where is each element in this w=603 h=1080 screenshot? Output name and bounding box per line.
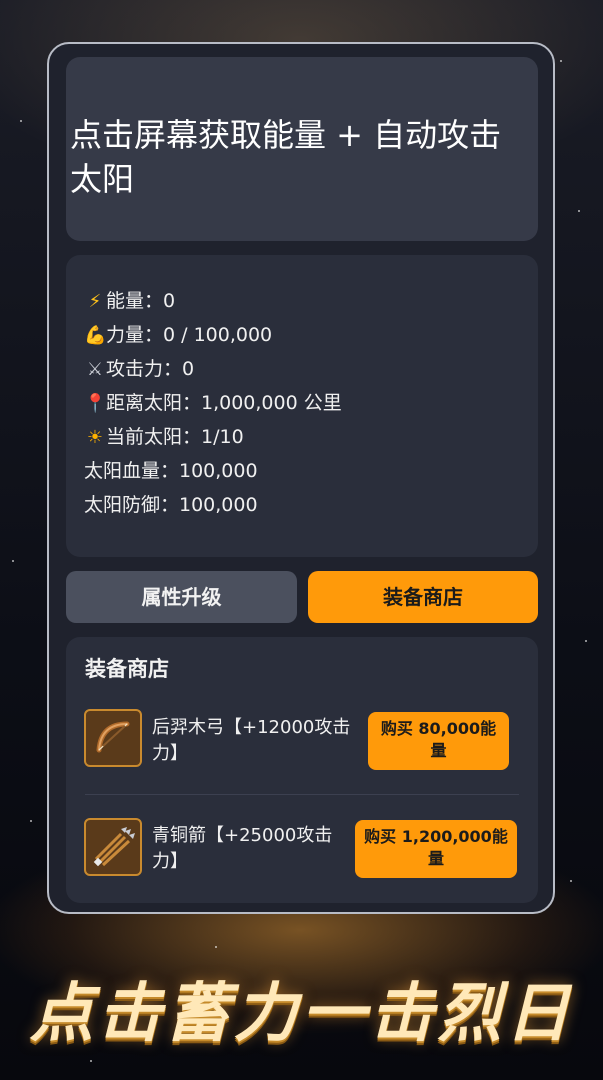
banner-slogan: 点击蓄力一击烈日	[29, 977, 574, 1051]
stat-current-sun: ☀ 当前太阳：1/10	[84, 422, 244, 452]
tab-attributes[interactable]: 属性升级	[66, 571, 297, 623]
header-card[interactable]: 点击屏幕获取能量 + 自动攻击太阳	[66, 57, 538, 241]
stat-power: 💪力量：0 / 100,000	[84, 320, 272, 350]
crossed-swords-icon: ⚔	[86, 359, 104, 380]
location-pin-icon: 📍	[84, 393, 107, 414]
stat-sun-defense: 太阳防御：100,000	[84, 494, 258, 516]
tab-shop[interactable]: 装备商店	[308, 571, 538, 623]
shop-panel: 装备商店 后羿木弓【+12000攻击力】 购买 80,000能量 青铜箭【+25…	[66, 637, 538, 903]
stat-sun-hp: 太阳血量：100,000	[84, 460, 258, 482]
stat-distance: 📍距离太阳：1,000,000 公里	[84, 388, 342, 418]
game-panel: 点击屏幕获取能量 + 自动攻击太阳 ⚡ 能量：0 💪力量：0 / 100,000 …	[47, 42, 555, 914]
item-name-bow: 后羿木弓【+12000攻击力】	[152, 717, 351, 764]
flexed-biceps-icon: 💪	[84, 325, 107, 346]
item-divider	[85, 794, 519, 795]
sun-icon: ☀	[86, 427, 104, 448]
stats-card: ⚡ 能量：0 💪力量：0 / 100,000 ⚔ 攻击力：0 📍距离太阳：1,000…	[66, 255, 538, 557]
buy-arrows-button[interactable]: 购买 1,200,000能量	[355, 820, 517, 878]
shop-title: 装备商店	[85, 657, 169, 681]
page-title: 点击屏幕获取能量 + 自动攻击太阳	[70, 116, 502, 198]
bow-icon	[84, 709, 142, 767]
buy-bow-button[interactable]: 购买 80,000能量	[368, 712, 509, 770]
item-name-arrows: 青铜箭【+25000攻击力】	[152, 825, 333, 872]
stat-energy: ⚡ 能量：0	[84, 286, 175, 316]
lightning-icon: ⚡	[88, 291, 102, 312]
arrows-icon	[84, 818, 142, 876]
stat-attack: ⚔ 攻击力：0	[84, 354, 194, 384]
